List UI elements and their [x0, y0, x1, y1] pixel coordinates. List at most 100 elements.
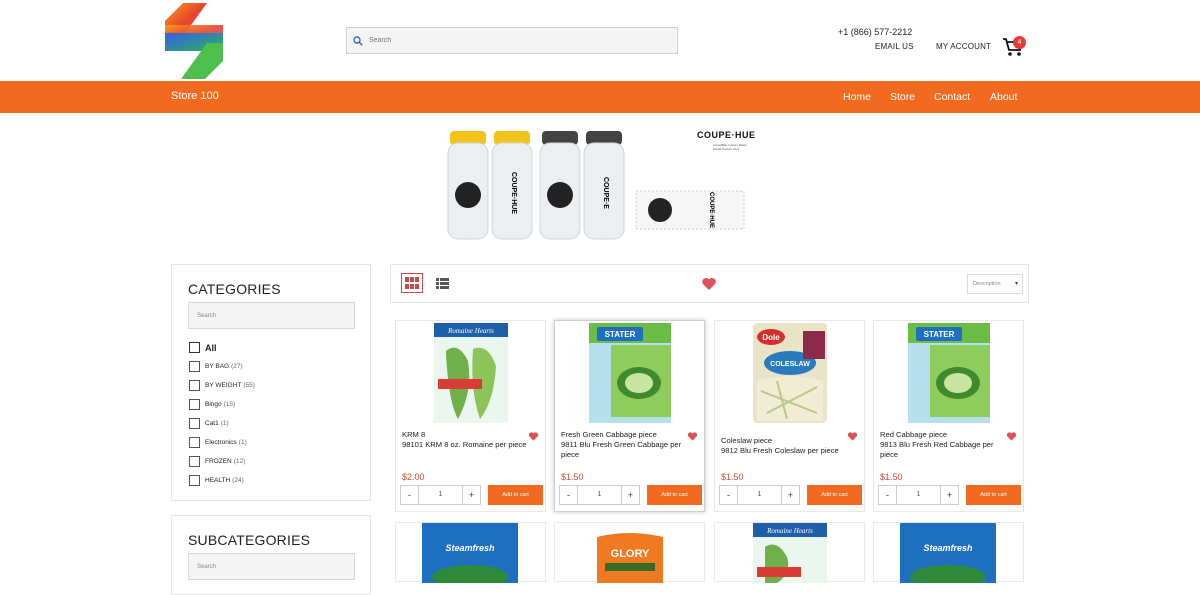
product-card[interactable]: GLORY: [554, 522, 705, 583]
checkbox[interactable]: [189, 342, 200, 353]
product-image[interactable]: Steamfresh: [900, 523, 996, 583]
grid-view-button[interactable]: [401, 273, 423, 293]
qty-decrease-button[interactable]: -: [401, 486, 419, 504]
product-image[interactable]: Romaine Hearts: [747, 523, 833, 583]
qty-decrease-button[interactable]: -: [720, 486, 738, 504]
qty-input[interactable]: 1: [738, 486, 781, 504]
qty-decrease-button[interactable]: -: [879, 486, 897, 504]
store-name[interactable]: Store 100: [171, 90, 219, 102]
bottle-yellow-1: [447, 131, 489, 240]
category-item-frozen[interactable]: FROZEN (12): [189, 452, 359, 471]
product-card[interactable]: Steamfresh: [395, 522, 546, 583]
product-price: $2.00: [402, 472, 425, 482]
product-name[interactable]: Fresh Green Cabbage piece 9811 Blu Fresh…: [561, 430, 689, 460]
category-item-electronics[interactable]: Electronics (1): [189, 433, 359, 452]
qty-input[interactable]: 1: [897, 486, 940, 504]
my-account-link[interactable]: MY ACCOUNT: [936, 42, 991, 51]
category-item-by-weight[interactable]: BY WEIGHT (55): [189, 376, 359, 395]
favorites-heart-icon[interactable]: [701, 276, 717, 292]
email-us-link[interactable]: EMAIL US: [875, 42, 914, 51]
product-image[interactable]: Romaine Hearts: [428, 321, 514, 425]
category-item-cat1[interactable]: Cat1 (1): [189, 414, 359, 433]
product-name[interactable]: KRM 8 98101 KRM 8 oz. Romaine per piece: [402, 430, 530, 450]
add-to-cart-button[interactable]: Add to cart: [966, 485, 1021, 505]
qty-input[interactable]: 1: [419, 486, 462, 504]
svg-text:COLESLAW: COLESLAW: [770, 361, 810, 368]
category-item-health[interactable]: HEALTH (24): [189, 471, 359, 490]
checkbox[interactable]: [189, 456, 200, 467]
category-item-bingo[interactable]: Bingo (15): [189, 395, 359, 414]
checkbox[interactable]: [189, 361, 200, 372]
svg-text:COUPE·HUE: COUPE·HUE: [510, 172, 517, 214]
category-count: (1): [220, 420, 229, 427]
subcategories-panel: SUBCATEGORIES Search: [171, 515, 371, 595]
product-card[interactable]: STATER Fresh Green Cabbage piece 9811 Bl…: [554, 320, 705, 512]
category-label: All: [205, 342, 217, 353]
nav-about[interactable]: About: [990, 91, 1017, 103]
checkbox[interactable]: [189, 399, 200, 410]
checkbox[interactable]: [189, 380, 200, 391]
category-count: (12): [233, 458, 246, 465]
bottle-black-2: COUPE·E: [583, 131, 625, 240]
nav-home[interactable]: Home: [843, 91, 871, 103]
quantity-stepper: - 1 +: [559, 485, 640, 505]
nav-contact[interactable]: Contact: [934, 91, 970, 103]
categories-search-input[interactable]: Search: [188, 302, 355, 329]
sort-select[interactable]: Description ▾: [967, 274, 1023, 294]
product-image[interactable]: GLORY: [593, 529, 667, 583]
nav-store[interactable]: Store: [890, 91, 915, 103]
qty-increase-button[interactable]: +: [621, 486, 639, 504]
product-card[interactable]: STATER Red Cabbage piece 9813 Blu Fresh …: [873, 320, 1024, 512]
header: +1 (866) 577-2212 EMAIL US MY ACCOUNT 4: [0, 0, 1200, 81]
add-to-cart-button[interactable]: Add to cart: [807, 485, 862, 505]
product-card[interactable]: Romaine Hearts KRM 8 98101 KRM 8 oz. Rom…: [395, 320, 546, 512]
product-name[interactable]: Coleslaw piece 9812 Blu Fresh Coleslaw p…: [721, 436, 849, 456]
category-count: (27): [231, 363, 243, 370]
bottle-black-1: [539, 131, 581, 240]
checkbox[interactable]: [189, 418, 200, 429]
checkbox[interactable]: [189, 437, 200, 448]
subcategories-title: SUBCATEGORIES: [188, 532, 311, 548]
qty-increase-button[interactable]: +: [940, 486, 958, 504]
qty-input[interactable]: 1: [578, 486, 621, 504]
svg-text:COUPE·HUE: COUPE·HUE: [708, 192, 714, 228]
checkbox[interactable]: [189, 475, 200, 486]
category-item-all[interactable]: All: [189, 338, 359, 357]
product-image[interactable]: STATER: [906, 321, 992, 425]
store-logo[interactable]: [163, 3, 225, 79]
banner-brand: COUPE·HUE: [697, 130, 756, 140]
qty-decrease-button[interactable]: -: [560, 486, 578, 504]
svg-text:Dole: Dole: [762, 333, 780, 342]
product-card[interactable]: Dole COLESLAW Coleslaw piece 9812 Blu Fr…: [714, 320, 865, 512]
phone-number[interactable]: +1 (866) 577-2212: [838, 27, 912, 37]
add-to-cart-button[interactable]: Add to cart: [647, 485, 702, 505]
quantity-stepper: - 1 +: [878, 485, 959, 505]
category-count: (15): [223, 401, 236, 408]
svg-text:COUPE·E: COUPE·E: [602, 177, 609, 209]
svg-text:STATER: STATER: [605, 330, 636, 339]
category-label: Electronics: [205, 439, 237, 446]
product-toolbar: Description ▾: [390, 264, 1029, 303]
add-to-cart-button[interactable]: Add to cart: [488, 485, 543, 505]
svg-text:Steamfresh: Steamfresh: [445, 543, 495, 553]
qty-increase-button[interactable]: +: [781, 486, 799, 504]
product-image[interactable]: Dole COLESLAW: [747, 321, 833, 425]
category-label: Cat1: [205, 420, 219, 427]
banner-image: COUPE·HUE COUPE·E COUPE·HUE: [447, 131, 745, 240]
product-image[interactable]: STATER: [587, 321, 673, 425]
category-item-by-bag[interactable]: BY BAG (27): [189, 357, 359, 376]
sort-arrow-icon: ▾: [1014, 281, 1018, 287]
category-label: BY WEIGHT: [205, 382, 242, 389]
list-icon: [435, 277, 449, 289]
product-card[interactable]: Steamfresh: [873, 522, 1024, 583]
product-image[interactable]: Steamfresh: [422, 523, 518, 583]
category-count: (24): [232, 477, 244, 484]
cart-count-badge: 4: [1013, 36, 1026, 49]
search-input[interactable]: [369, 37, 659, 44]
search-bar[interactable]: [346, 27, 678, 54]
qty-increase-button[interactable]: +: [462, 486, 480, 504]
product-name[interactable]: Red Cabbage piece 9813 Blu Fresh Red Cab…: [880, 430, 1008, 460]
product-card[interactable]: Romaine Hearts: [714, 522, 865, 583]
list-view-button[interactable]: [432, 273, 452, 293]
grid-icon: [405, 277, 419, 289]
